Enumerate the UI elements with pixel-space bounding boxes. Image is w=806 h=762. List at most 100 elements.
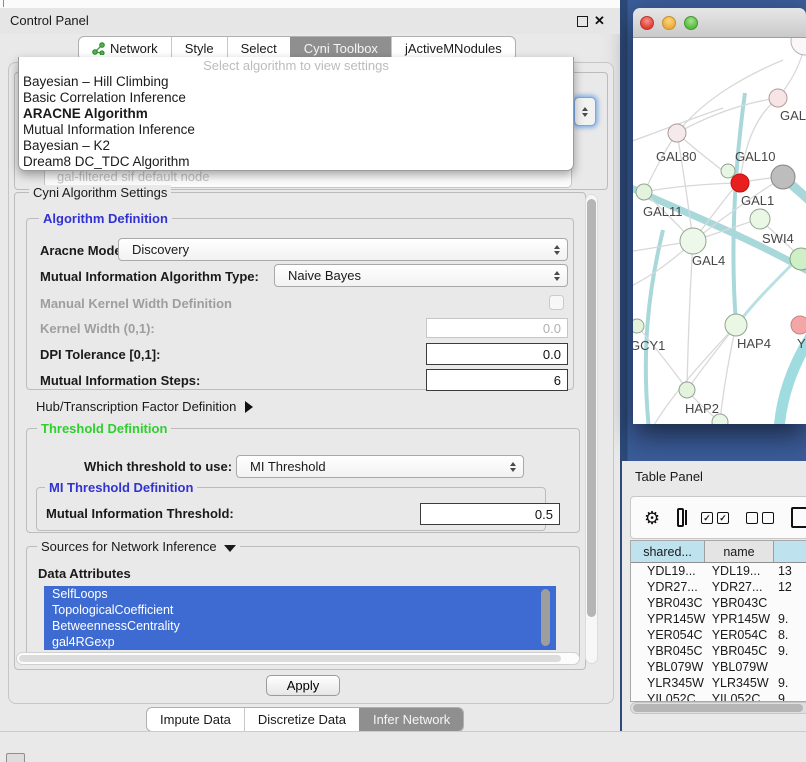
algorithm-option[interactable]: Dream8 DC_TDC Algorithm [19,154,573,170]
zoom-traffic-light[interactable] [684,16,698,30]
table-cell: YBR043C [706,595,774,611]
tab-infer-network[interactable]: Infer Network [359,708,463,731]
column-header[interactable]: shared... [631,541,705,562]
table-cell: YPR145W [631,611,706,627]
tab-label: Network [110,38,158,59]
network-node[interactable] [679,382,695,398]
algorithm-option[interactable]: Basic Correlation Inference [19,90,573,106]
algorithm-option[interactable]: ARACNE Algorithm [19,106,573,122]
network-window-titlebar[interactable] [633,8,806,38]
table-row[interactable]: YPR145WYPR145W9. [631,611,806,627]
dpi-tolerance-field[interactable]: 0.0 [426,343,568,365]
table-cell: YER054C [706,627,774,643]
network-edge[interactable] [688,325,736,389]
table-row[interactable]: YDR27...YDR27...12 [631,579,806,595]
table-row[interactable]: YBL079WYBL079W [631,659,806,675]
apply-button[interactable]: Apply [266,675,340,696]
scrollbar-thumb[interactable] [587,199,596,617]
network-window[interactable]: GALGAL80GAL10GAL11GAL1SWI4GAL4GCY1HAP4YH… [633,8,806,424]
network-edge[interactable] [677,98,778,133]
node-label: GAL4 [692,253,725,268]
algorithm-combobox-stepper[interactable] [574,97,596,126]
network-node[interactable] [791,38,806,55]
stepper-icon [510,462,516,472]
mi-type-combobox[interactable]: Naive Bayes [274,264,568,287]
attribute-item-selected[interactable]: TopologicalCoefficient [44,602,556,618]
mi-threshold-field[interactable]: 0.5 [420,503,560,525]
mi-steps-field[interactable]: 6 [426,369,568,391]
settings-vertical-scrollbar[interactable] [585,194,598,664]
network-edge[interactable] [677,60,783,133]
algorithm-option[interactable]: Bayesian – Hill Climbing [19,74,573,90]
network-node[interactable] [731,174,749,192]
network-node[interactable] [771,165,795,189]
group-title: MI Threshold Definition [45,480,197,495]
network-node[interactable] [721,164,735,178]
minimized-panel-icon[interactable] [6,753,25,762]
tab-impute-data[interactable]: Impute Data [147,708,244,731]
table-row[interactable]: YIL052CYIL052C9. [631,691,806,702]
group-title: Algorithm Definition [39,211,172,226]
network-node[interactable] [680,228,706,254]
table-horizontal-scrollbar[interactable] [630,702,806,714]
aracne-mode-label: Aracne Mode: [40,243,126,258]
table-cell: YDL19... [706,563,774,579]
network-node[interactable] [725,314,747,336]
network-edge[interactable] [740,98,778,180]
document-icon[interactable] [791,507,806,528]
gear-icon[interactable]: ⚙ [644,509,660,527]
tab-label: Infer Network [373,709,450,730]
select-all-checkboxes-icon[interactable]: ✓✓ [701,512,729,524]
network-edge[interactable] [733,93,745,324]
data-attributes-list[interactable]: SelfLoopsTopologicalCoefficientBetweenne… [44,586,556,650]
table-row[interactable]: YBR045CYBR045C9. [631,643,806,659]
network-node[interactable] [636,184,652,200]
float-icon[interactable] [577,16,588,27]
settings-horizontal-scrollbar[interactable] [16,652,580,665]
control-panel-titlebar: Control Panel ✕ [0,8,620,34]
attribute-item-selected[interactable]: BetweennessCentrality [44,618,556,634]
hub-definition-expander[interactable]: Hub/Transcription Factor Definition [36,399,253,414]
network-node[interactable] [633,319,644,333]
network-node[interactable] [750,209,770,229]
kernel-width-field[interactable]: 0.0 [426,318,568,338]
attribute-item-selected[interactable]: gal4RGexp [44,634,556,650]
list-scrollbar-thumb[interactable] [541,589,550,646]
collapse-arrow-icon[interactable] [224,545,236,552]
columns-icon[interactable] [677,508,684,527]
network-node[interactable] [791,316,806,334]
deselect-all-checkboxes-icon[interactable] [746,512,774,524]
network-edge[interactable] [644,183,736,192]
aracne-mode-combobox[interactable]: Discovery [118,238,568,261]
minimize-traffic-light[interactable] [662,16,676,30]
algorithm-option[interactable]: Mutual Information Inference [19,122,573,138]
node-label: HAP2 [685,401,719,416]
expand-arrow-icon [245,401,253,413]
network-node[interactable] [668,124,686,142]
column-header[interactable]: name [705,541,774,562]
network-tab-icon [92,42,105,55]
combobox-value: MI Threshold [237,459,510,474]
network-node[interactable] [769,89,787,107]
table-row[interactable]: YLR345WYLR345W9. [631,675,806,691]
network-node[interactable] [790,248,806,270]
close-icon[interactable]: ✕ [594,13,605,29]
scrollbar-thumb[interactable] [19,655,561,662]
network-edge[interactable] [646,230,663,424]
attribute-item-selected[interactable]: SelfLoops [44,586,556,602]
network-canvas[interactable]: GALGAL80GAL10GAL11GAL1SWI4GAL4GCY1HAP4YH… [633,38,806,424]
table-cell: YBR045C [706,643,774,659]
manual-kernel-checkbox[interactable] [549,295,564,310]
column-header[interactable] [774,541,806,562]
algorithm-option[interactable]: Bayesian – K2 [19,138,573,154]
scrollbar-thumb[interactable] [633,704,803,712]
tab-discretize-data[interactable]: Discretize Data [244,708,359,731]
which-threshold-combobox[interactable]: MI Threshold [236,455,524,478]
table-row[interactable]: YER054CYER054C8. [631,627,806,643]
table-row[interactable]: YDL19...YDL19...13 [631,563,806,579]
control-panel-title: Control Panel [10,8,89,34]
close-traffic-light[interactable] [640,16,654,30]
table-cell: YBL079W [706,659,774,675]
table-row[interactable]: YBR043CYBR043C [631,595,806,611]
unchecked-box-icon [746,512,758,524]
